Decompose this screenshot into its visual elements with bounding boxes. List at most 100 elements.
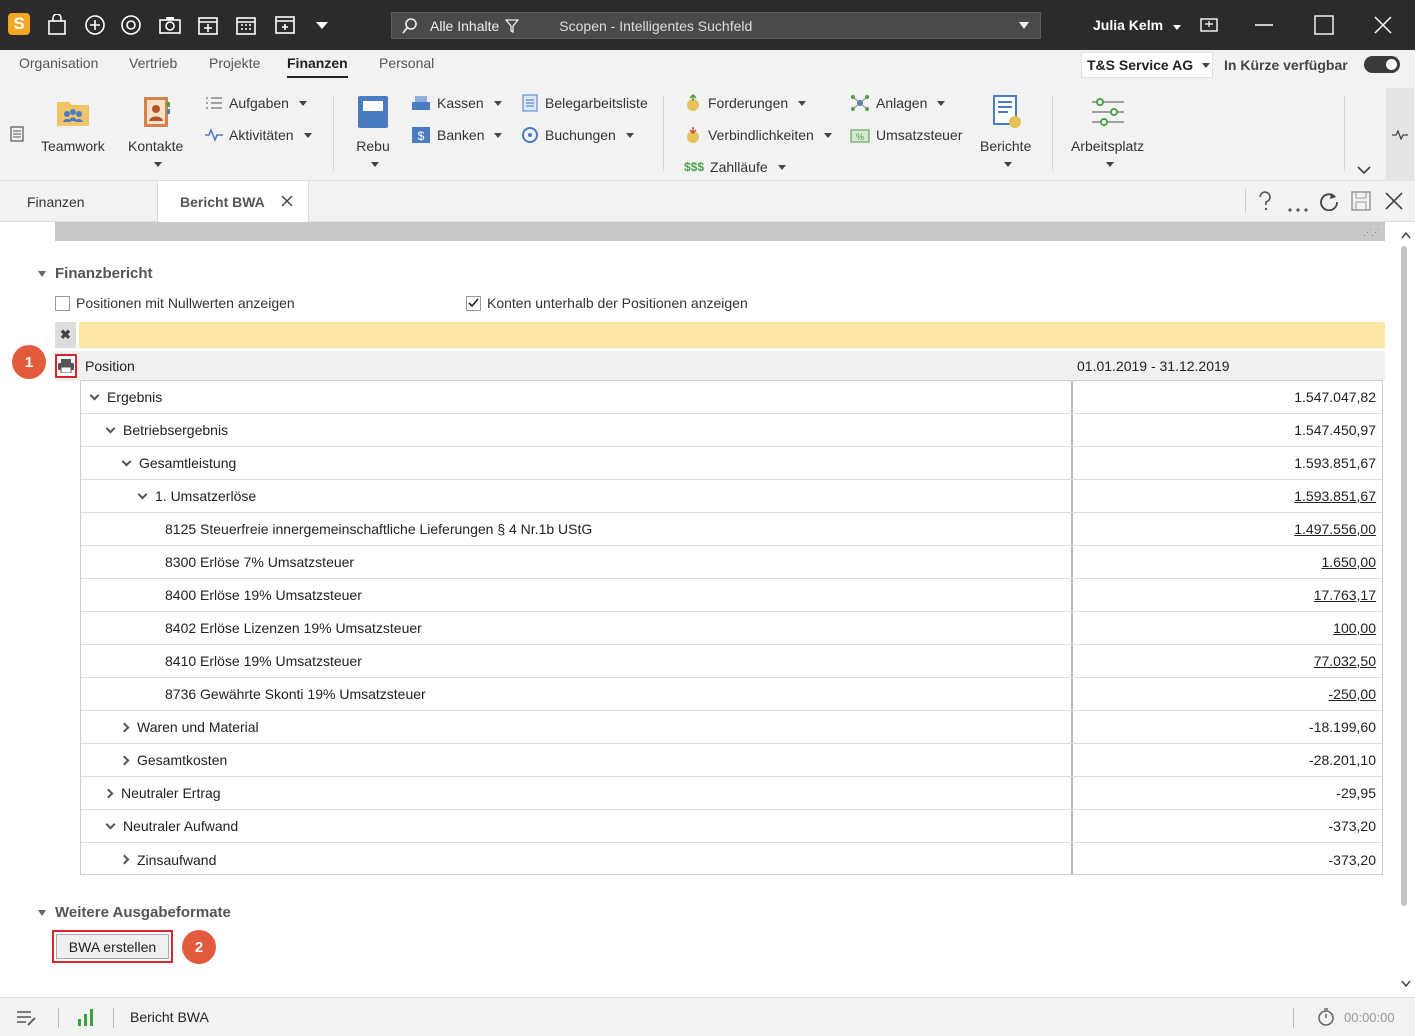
calendar-icon[interactable] bbox=[234, 13, 258, 37]
ribbon-collapse-icon[interactable] bbox=[10, 126, 24, 145]
clear-filter-icon[interactable]: ✖ bbox=[55, 322, 76, 348]
collapsed-chevron-icon[interactable] bbox=[119, 722, 130, 732]
camera-icon[interactable] bbox=[158, 13, 182, 37]
close-window-icon[interactable] bbox=[1370, 12, 1396, 38]
notes-icon[interactable] bbox=[16, 1009, 36, 1030]
table-row[interactable]: 1. Umsatzerlöse 1.593.851,67 bbox=[81, 480, 1382, 513]
expand-chevron-icon[interactable] bbox=[137, 489, 148, 499]
table-row[interactable]: Ergebnis 1.547.047,82 bbox=[81, 381, 1382, 414]
belegarbeitsliste-button[interactable]: Belegarbeitsliste bbox=[521, 93, 648, 113]
arbeitsplatz-button[interactable]: Arbeitsplatz bbox=[1071, 94, 1144, 167]
scrollbar-thumb[interactable] bbox=[1401, 246, 1407, 906]
col-period[interactable]: 01.01.2019 - 31.12.2019 bbox=[1077, 358, 1230, 374]
collapsed-chevron-icon[interactable] bbox=[119, 854, 130, 865]
anlagen-button[interactable]: Anlagen bbox=[850, 93, 946, 113]
kontakte-button[interactable]: Kontakte bbox=[128, 94, 183, 167]
table-row[interactable]: 8400 Erlöse 19% Umsatzsteuer 17.763,17 bbox=[81, 579, 1382, 612]
help-icon[interactable] bbox=[1258, 191, 1272, 214]
menu-vertrieb[interactable]: Vertrieb bbox=[129, 55, 177, 71]
bwa-erstellen-button[interactable]: BWA erstellen bbox=[52, 930, 173, 963]
table-row[interactable]: 8300 Erlöse 7% Umsatzsteuer 1.650,00 bbox=[81, 546, 1382, 579]
user-menu[interactable]: Julia Kelm bbox=[1093, 17, 1181, 33]
vertical-scrollbar[interactable] bbox=[1397, 222, 1415, 996]
table-row[interactable]: 8736 Gewährte Skonti 19% Umsatzsteuer -2… bbox=[81, 678, 1382, 711]
table-row[interactable]: Neutraler Ertrag -29,95 bbox=[81, 777, 1382, 810]
teamwork-button[interactable]: Teamwork bbox=[41, 94, 105, 154]
zahllaeufe-button[interactable]: $$$ Zahlläufe bbox=[684, 157, 786, 177]
table-row[interactable]: Waren und Material -18.199,60 bbox=[81, 711, 1382, 744]
expand-chevron-icon[interactable] bbox=[105, 819, 116, 829]
search-dropdown-icon[interactable] bbox=[1019, 22, 1029, 29]
expand-chevron-icon[interactable] bbox=[89, 390, 100, 400]
close-document-icon[interactable] bbox=[1385, 192, 1403, 213]
berichte-button[interactable]: Berichte bbox=[980, 94, 1031, 167]
tab-bericht-bwa[interactable]: Bericht BWA bbox=[157, 181, 309, 222]
ribbon-expand-icon[interactable] bbox=[1357, 162, 1371, 178]
add-icon[interactable] bbox=[83, 13, 107, 37]
table-row[interactable]: 8125 Steuerfreie innergemeinschaftliche … bbox=[81, 513, 1382, 546]
kassen-button[interactable]: Kassen bbox=[411, 93, 502, 113]
restore-tray-icon[interactable] bbox=[1196, 12, 1222, 38]
menu-projekte[interactable]: Projekte bbox=[209, 55, 260, 71]
forderungen-button[interactable]: Forderungen bbox=[684, 93, 807, 113]
table-row[interactable]: Betriebsergebnis 1.547.450,97 bbox=[81, 414, 1382, 447]
search-filter-label[interactable]: Alle Inhalte bbox=[430, 18, 499, 34]
print-button[interactable] bbox=[55, 354, 77, 378]
row-value-link[interactable]: 1.497.556,00 bbox=[1294, 521, 1376, 537]
window-add-icon[interactable] bbox=[273, 13, 297, 37]
stopwatch-icon[interactable] bbox=[1317, 1008, 1335, 1029]
menu-finanzen[interactable]: Finanzen bbox=[287, 55, 348, 78]
row-value-link[interactable]: 17.763,17 bbox=[1314, 587, 1376, 603]
maximize-icon[interactable] bbox=[1311, 12, 1337, 38]
minimize-icon[interactable] bbox=[1251, 12, 1277, 38]
row-value-link[interactable]: 100,00 bbox=[1333, 620, 1376, 636]
umsatzsteuer-button[interactable]: % Umsatzsteuer bbox=[850, 125, 962, 145]
aktivitaeten-button[interactable]: Aktivitäten bbox=[205, 125, 312, 145]
table-row[interactable]: 8410 Erlöse 19% Umsatzsteuer 77.032,50 bbox=[81, 645, 1382, 678]
side-panel-toggle[interactable] bbox=[1386, 88, 1414, 181]
table-row[interactable]: Gesamtkosten -28.201,10 bbox=[81, 744, 1382, 777]
calendar-add-icon[interactable] bbox=[196, 13, 220, 37]
save-icon[interactable] bbox=[1351, 191, 1371, 214]
ausgabeformate-section[interactable]: Weitere Ausgabeformate bbox=[38, 904, 231, 921]
collapsed-chevron-icon[interactable] bbox=[119, 755, 130, 765]
banken-button[interactable]: $ Banken bbox=[411, 125, 503, 145]
support-icon[interactable] bbox=[119, 13, 143, 37]
collapsed-chevron-icon[interactable] bbox=[103, 788, 114, 798]
nullwerte-box[interactable] bbox=[55, 295, 70, 311]
table-row[interactable]: Gesamtleistung 1.593.851,67 bbox=[81, 447, 1382, 480]
row-value-link[interactable]: 77.032,50 bbox=[1314, 653, 1376, 669]
company-selector[interactable]: T&S Service AG bbox=[1081, 52, 1213, 78]
konten-box[interactable] bbox=[466, 295, 481, 311]
search-field[interactable]: Alle Inhalte Scopen - Intelligentes Such… bbox=[391, 12, 1041, 39]
row-value-link[interactable]: 1.593.851,67 bbox=[1294, 488, 1376, 504]
nullwerte-checkbox[interactable]: Positionen mit Nullwerten anzeigen bbox=[55, 295, 295, 311]
more-options-icon[interactable] bbox=[1288, 199, 1308, 215]
dropdown-icon[interactable] bbox=[310, 13, 334, 37]
refresh-icon[interactable] bbox=[1319, 191, 1339, 214]
finanzbericht-section[interactable]: Finanzbericht bbox=[38, 265, 153, 282]
rebu-button[interactable]: Rebu bbox=[355, 94, 391, 167]
expand-chevron-icon[interactable] bbox=[121, 456, 132, 466]
row-value-link[interactable]: 1.650,00 bbox=[1322, 554, 1377, 570]
buchungen-button[interactable]: Buchungen bbox=[521, 125, 634, 145]
bag-icon[interactable] bbox=[45, 13, 69, 37]
menu-personal[interactable]: Personal bbox=[379, 55, 434, 71]
table-row[interactable]: Neutraler Aufwand -373,20 bbox=[81, 810, 1382, 843]
filter-input[interactable] bbox=[79, 322, 1385, 348]
filter-icon[interactable] bbox=[504, 18, 520, 33]
menu-organisation[interactable]: Organisation bbox=[19, 55, 98, 71]
row-value-link[interactable]: -250,00 bbox=[1329, 686, 1376, 702]
konten-checkbox[interactable]: Konten unterhalb der Positionen anzeigen bbox=[466, 295, 748, 311]
verbindlichkeiten-button[interactable]: Verbindlichkeiten bbox=[684, 125, 832, 145]
availability-toggle[interactable] bbox=[1364, 56, 1400, 73]
close-tab-icon[interactable] bbox=[281, 194, 293, 210]
table-row[interactable]: 8402 Erlöse Lizenzen 19% Umsatzsteuer 10… bbox=[81, 612, 1382, 645]
resize-grip-icon[interactable]: ⋰⋰ bbox=[1363, 227, 1380, 238]
anlagen-caret-icon bbox=[937, 100, 946, 106]
col-position[interactable]: Position bbox=[85, 358, 135, 374]
tab-finanzen[interactable]: Finanzen bbox=[27, 181, 85, 222]
table-row[interactable]: Zinsaufwand -373,20 bbox=[81, 843, 1382, 876]
expand-chevron-icon[interactable] bbox=[105, 423, 116, 433]
aufgaben-button[interactable]: Aufgaben bbox=[205, 93, 307, 113]
